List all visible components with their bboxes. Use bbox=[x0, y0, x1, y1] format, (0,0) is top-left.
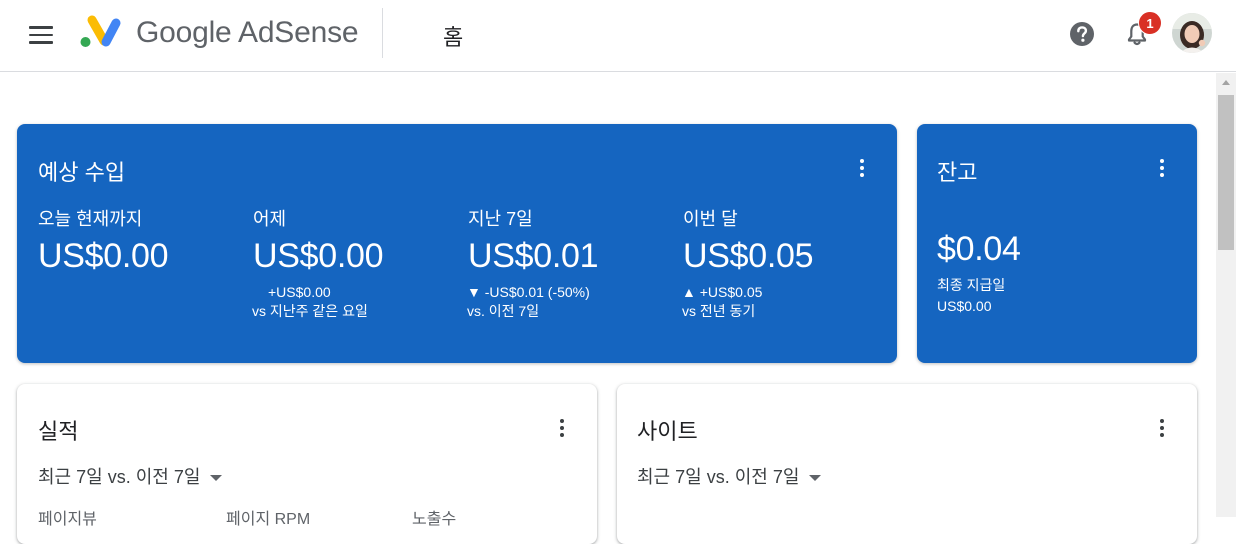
metric-comparison-last7: vs. 이전 7일 bbox=[467, 303, 540, 319]
last-payment-value: US$0.00 bbox=[937, 298, 992, 314]
metric-change-last7: ▼ -US$0.01 (-50%) bbox=[467, 284, 590, 300]
metric-change-month: ▲ +US$0.05 bbox=[682, 284, 763, 300]
last-payment-label: 최종 지급일 bbox=[937, 277, 1006, 293]
help-icon[interactable] bbox=[1069, 21, 1095, 47]
more-options-icon[interactable] bbox=[1157, 418, 1167, 440]
card-title: 실적 bbox=[38, 419, 79, 444]
card-title: 예상 수입 bbox=[38, 160, 126, 185]
chevron-down-icon bbox=[809, 475, 822, 482]
metric-label-last7: 지난 7일 bbox=[468, 209, 533, 229]
performance-card: 실적 최근 7일 vs. 이전 7일 페이지뷰 페이지 RPM 노출수 bbox=[17, 384, 597, 544]
column-header-page-rpm: 페이지 RPM bbox=[226, 511, 311, 528]
metric-value-today: US$0.00 bbox=[38, 237, 169, 275]
balance-card: 잔고 $0.04 최종 지급일 US$0.00 bbox=[917, 124, 1197, 363]
more-options-icon[interactable] bbox=[857, 158, 867, 180]
metric-value-yesterday: US$0.00 bbox=[253, 237, 384, 275]
metric-change-yesterday: +US$0.00 bbox=[268, 284, 331, 300]
balance-value: $0.04 bbox=[937, 230, 1021, 268]
more-options-icon[interactable] bbox=[557, 418, 567, 440]
scroll-up-arrow-icon[interactable] bbox=[1222, 80, 1230, 85]
brand-name: Google AdSense bbox=[136, 16, 359, 49]
date-range-label: 최근 7일 vs. 이전 7일 bbox=[637, 467, 800, 487]
page-title: 홈 bbox=[443, 25, 464, 50]
metric-label-today: 오늘 현재까지 bbox=[38, 209, 143, 229]
adsense-logo-icon bbox=[80, 15, 121, 47]
metric-label-yesterday: 어제 bbox=[253, 209, 287, 229]
metric-comparison-yesterday: vs 지난주 같은 요일 bbox=[252, 303, 368, 319]
more-options-icon[interactable] bbox=[1157, 158, 1167, 180]
menu-icon[interactable] bbox=[28, 24, 54, 46]
date-range-dropdown[interactable]: 최근 7일 vs. 이전 7일 bbox=[637, 463, 822, 489]
chevron-down-icon bbox=[210, 475, 223, 482]
scrollbar-thumb[interactable] bbox=[1218, 95, 1234, 250]
metric-comparison-month: vs 전년 동기 bbox=[682, 303, 756, 319]
column-header-pageviews: 페이지뷰 bbox=[38, 511, 97, 528]
avatar[interactable] bbox=[1172, 13, 1212, 53]
column-header-impressions: 노출수 bbox=[412, 511, 457, 528]
estimated-earnings-card: 예상 수입 오늘 현재까지 US$0.00 어제 US$0.00 +US$0.0… bbox=[17, 124, 897, 363]
sites-card: 사이트 최근 7일 vs. 이전 7일 bbox=[617, 384, 1197, 544]
card-title: 사이트 bbox=[637, 419, 698, 444]
top-app-bar: Google AdSense 홈 1 bbox=[0, 0, 1236, 72]
metric-value-last7: US$0.01 bbox=[468, 237, 599, 275]
divider bbox=[382, 8, 383, 58]
date-range-label: 최근 7일 vs. 이전 7일 bbox=[38, 467, 201, 487]
metric-value-month: US$0.05 bbox=[683, 237, 814, 275]
card-title: 잔고 bbox=[937, 160, 978, 185]
date-range-dropdown[interactable]: 최근 7일 vs. 이전 7일 bbox=[38, 463, 223, 489]
metric-label-month: 이번 달 bbox=[683, 209, 738, 229]
notification-badge: 1 bbox=[1138, 11, 1162, 35]
